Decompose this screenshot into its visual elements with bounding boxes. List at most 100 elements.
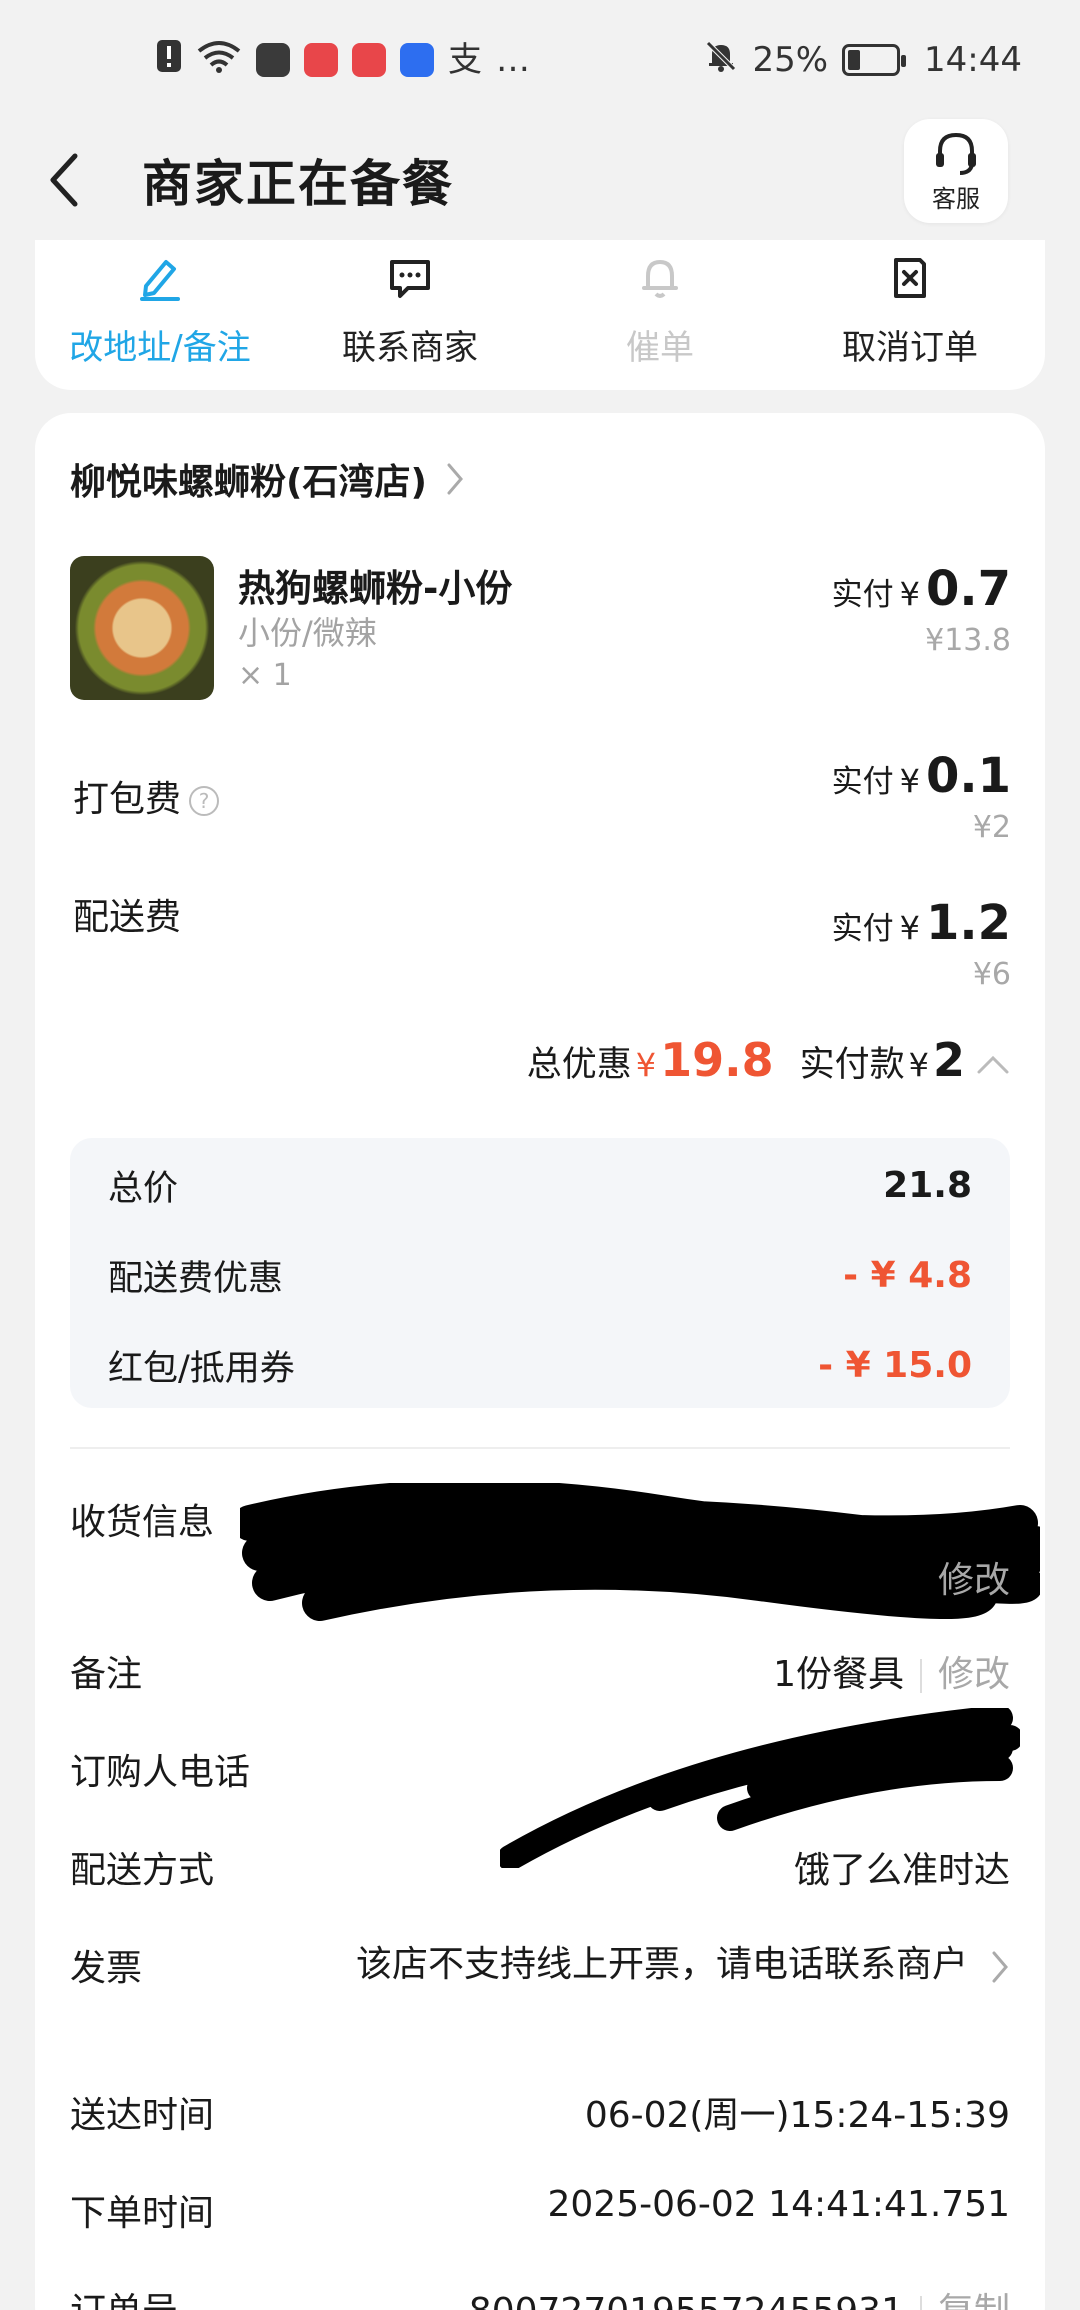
edit-note-link[interactable]: 修改: [938, 1654, 1010, 1695]
delivery-method-row: 配送方式 饿了么准时达: [70, 1841, 1010, 1901]
food-name: 热狗螺蛳粉-小份: [238, 567, 513, 610]
original-price: ¥2: [972, 810, 1011, 845]
cancel-document-icon: [894, 258, 926, 298]
header: 商家正在备餐 客服: [0, 115, 1080, 245]
currency-symbol: ¥: [635, 1046, 657, 1084]
invoice-row[interactable]: 发票 该店不支持线上开票，请电话联系商户: [70, 1939, 1010, 2049]
order-number-row: 订单号 8007270195572455931 复制: [70, 2282, 1010, 2310]
chat-bubble-icon: [390, 260, 430, 298]
chevron-right-icon: [992, 1951, 1008, 1983]
divider: [70, 1447, 1010, 1449]
arrival-time-label: 送达时间: [70, 2095, 215, 2136]
note-value-group: 1份餐具 修改: [773, 1645, 1010, 1697]
customer-service-label: 客服: [932, 184, 980, 213]
invoice-value: 该店不支持线上开票，请电话联系商户: [355, 1944, 968, 1985]
order-time-label: 下单时间: [70, 2193, 215, 2234]
food-image[interactable]: [70, 556, 214, 700]
edit-pencil-icon: [140, 260, 180, 301]
order-number-label: 订单号: [70, 2282, 178, 2310]
redaction-scribble: [240, 1483, 1040, 1621]
cancel-order-label: 取消订单: [842, 328, 978, 368]
total-discount-label: 总优惠: [526, 1045, 632, 1085]
breakdown-label: 红包/抵用券: [108, 1349, 295, 1389]
price-breakdown: 总价 21.8 配送费优惠 - ¥ 4.8 红包/抵用券 - ¥ 15.0: [70, 1138, 1010, 1408]
more-icon: …: [496, 40, 530, 80]
page-title: 商家正在备餐: [142, 155, 454, 213]
separator: [919, 2296, 922, 2310]
note-label: 备注: [70, 1654, 143, 1695]
price-summary-toggle[interactable]: 总优惠 ¥ 19.8 实付款 ¥ 2: [527, 1033, 1011, 1087]
back-arrow-icon: [50, 153, 78, 207]
chevron-right-icon: [447, 463, 463, 495]
status-bar-left: 支 …: [156, 39, 530, 82]
battery-icon: [842, 44, 907, 76]
food-price: 实付 ¥ 0.7 ¥13.8: [832, 561, 1011, 658]
currency-symbol: ¥: [908, 1046, 929, 1084]
address-label: 收货信息: [70, 1502, 215, 1543]
order-number-group: 8007270195572455931 复制: [469, 2282, 1010, 2310]
status-bar-right: 25% 14:44: [704, 39, 1022, 82]
store-link[interactable]: 柳悦味螺蛳粉(石湾店): [70, 453, 465, 505]
packaging-fee-text: 打包费: [73, 779, 182, 820]
order-number-value: 8007270195572455931: [469, 2291, 904, 2310]
delivery-fee-price: 实付 ¥ 1.2 ¥6: [832, 895, 1011, 992]
order-actions-card: 改地址/备注 联系商家 催单 取消订单: [35, 240, 1045, 390]
paid-value: 1.2: [925, 895, 1011, 951]
help-icon[interactable]: ?: [189, 786, 220, 816]
contact-merchant-button[interactable]: 联系商家: [285, 250, 535, 370]
invoice-label: 发票: [70, 1948, 143, 1989]
message-app-icon: [400, 43, 434, 77]
paid-value: 0.7: [925, 561, 1011, 617]
urge-order-button[interactable]: 催单: [535, 250, 785, 370]
breakdown-row: 总价 21.8: [108, 1160, 972, 1211]
breakdown-value: - ¥ 15.0: [818, 1345, 972, 1386]
phone-row: 订购人电话: [70, 1708, 1020, 1868]
order-time-value: 2025-06-02 14:41:41.751: [547, 2184, 1011, 2225]
note-value: 1份餐具: [773, 1654, 904, 1695]
packaging-fee-price: 实付 ¥ 0.1 ¥2: [832, 748, 1011, 845]
currency-symbol: ¥: [899, 762, 920, 800]
alert-icon: [156, 39, 182, 82]
mute-bell-icon: [704, 39, 738, 82]
separator: [919, 1659, 922, 1693]
original-price: ¥6: [972, 957, 1011, 992]
breakdown-value: - ¥ 4.8: [843, 1255, 972, 1296]
wifi-icon: [196, 39, 242, 82]
back-button[interactable]: [10, 125, 120, 235]
paid-label: 实付: [831, 764, 894, 800]
currency-symbol: ¥: [899, 909, 920, 947]
note-row: 备注 1份餐具 修改: [70, 1645, 1010, 1705]
food-quantity: × 1: [238, 658, 292, 693]
clock: 14:44: [924, 40, 1022, 80]
total-paid-label: 实付款: [799, 1045, 905, 1085]
store-name: 柳悦味螺蛳粉(石湾店): [70, 462, 427, 503]
breakdown-value: 21.8: [883, 1165, 972, 1206]
huawei-app-icon: [352, 43, 386, 77]
breakdown-row: 红包/抵用券 - ¥ 15.0: [108, 1340, 972, 1391]
delivery-method-value: 饿了么准时达: [793, 1850, 1010, 1891]
order-detail-card: 柳悦味螺蛳粉(石湾店) 热狗螺蛳粉-小份 小份/微辣 × 1 实付 ¥ 0.7 …: [35, 413, 1045, 2310]
urge-order-label: 催单: [626, 328, 694, 368]
edit-address-link[interactable]: 修改: [938, 1551, 1010, 1603]
copy-order-number-button[interactable]: 复制: [938, 2291, 1010, 2310]
edit-address-note-button[interactable]: 改地址/备注: [35, 250, 285, 370]
edit-address-note-label: 改地址/备注: [69, 328, 251, 368]
customer-service-button[interactable]: 客服: [904, 119, 1008, 223]
paid-label: 实付: [831, 577, 894, 613]
packaging-fee-label: 打包费?: [73, 770, 220, 822]
paid-label: 实付: [831, 911, 894, 947]
arrival-time-row: 送达时间 06-02(周一)15:24-15:39: [70, 2086, 1010, 2146]
huawei-app-icon: [304, 43, 338, 77]
cancel-order-button[interactable]: 取消订单: [785, 250, 1035, 370]
original-price: ¥13.8: [925, 623, 1011, 658]
battery-percent: 25%: [752, 40, 829, 80]
notification-app-icon: [256, 43, 290, 77]
phone-label: 订购人电话: [70, 1752, 251, 1793]
arrival-time-value: 06-02(周一)15:24-15:39: [584, 2095, 1010, 2136]
alipay-icon: 支: [448, 40, 482, 80]
breakdown-label: 配送费优惠: [108, 1259, 284, 1299]
order-time-row: 下单时间 2025-06-02 14:41:41.751: [70, 2184, 1010, 2244]
paid-value: 0.1: [925, 748, 1011, 804]
address-row: 收货信息 修改: [70, 1483, 1040, 1623]
contact-merchant-label: 联系商家: [342, 328, 478, 368]
